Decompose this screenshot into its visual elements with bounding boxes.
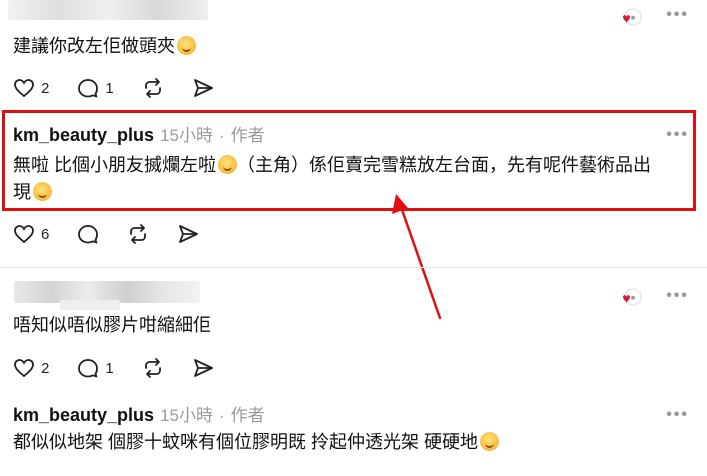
username[interactable]: km_beauty_plus: [13, 405, 154, 426]
share-button[interactable]: [192, 77, 214, 99]
timestamp: 15小時: [160, 406, 213, 425]
like-button[interactable]: 2: [13, 78, 49, 98]
smiling-emoji-icon: [218, 155, 237, 174]
like-button[interactable]: 6: [13, 224, 49, 244]
separator: ·: [218, 406, 225, 425]
heart-outline-icon: [14, 79, 34, 98]
svg-text:●: ●: [631, 295, 636, 301]
comment-bubble-icon: [78, 79, 99, 98]
repost-icon: [130, 224, 147, 244]
liked-by-author-badge-icon: ●: [618, 8, 642, 30]
comment-actions: 2 1: [13, 355, 242, 381]
divider: [0, 267, 707, 268]
repost-icon: [144, 78, 161, 98]
like-button[interactable]: 2: [13, 358, 49, 378]
comment-body: 唔知似唔似膠片咁縮細佢: [13, 315, 211, 335]
liked-by-author-badge-icon: ●: [618, 288, 642, 310]
comment-body: 建議你改左佢做頭夾: [13, 36, 175, 56]
comment-actions: 6: [13, 221, 227, 247]
blurred-avatar: [60, 300, 120, 310]
more-options-icon[interactable]: •••: [666, 6, 689, 24]
like-count: 2: [41, 79, 50, 97]
comment-header: km_beauty_plus 15小時 · 作者: [13, 401, 265, 425]
more-options-icon[interactable]: •••: [666, 126, 689, 144]
send-icon: [193, 359, 213, 377]
separator: ·: [218, 126, 225, 145]
more-options-icon[interactable]: •••: [666, 406, 689, 424]
like-count: 2: [41, 359, 50, 377]
reply-button[interactable]: 1: [77, 357, 114, 379]
comment-body-part: 現: [13, 182, 31, 202]
comment-header: km_beauty_plus 15小時 · 作者: [13, 121, 265, 145]
share-button[interactable]: [177, 223, 199, 245]
comment-text: 建議你改左佢做頭夾: [13, 33, 196, 60]
reply-button[interactable]: 1: [77, 77, 114, 99]
comment-bubble-icon: [78, 225, 99, 244]
timestamp: 15小時: [160, 126, 213, 145]
username[interactable]: km_beauty_plus: [13, 125, 154, 146]
repost-button[interactable]: [142, 357, 164, 379]
author-tag: 作者: [230, 406, 265, 425]
comment-text: 唔知似唔似膠片咁縮細佢: [13, 312, 211, 339]
repost-icon: [144, 358, 161, 378]
laughing-emoji-icon: [177, 36, 196, 55]
reply-button[interactable]: [77, 223, 99, 245]
blurred-username: [8, 0, 208, 20]
more-options-icon[interactable]: •••: [666, 287, 689, 305]
comment-body: 都似似地架 個膠十蚊咪有個位膠明既 拎起仲透光架 硬硬地: [13, 432, 479, 452]
smiling-emoji-icon: [480, 432, 500, 451]
comment-text: 都似似地架 個膠十蚊咪有個位膠明既 拎起仲透光架 硬硬地: [13, 429, 500, 456]
comment-body-part: 無啦 比個小朋友搣爛左啦: [13, 155, 216, 175]
comment-bubble-icon: [78, 359, 99, 378]
reply-count: 1: [105, 79, 114, 97]
comment-body-part: （主角）係佢賣完雪糕放左台面，先有呢件藝術品出: [237, 155, 651, 175]
repost-button[interactable]: [142, 77, 164, 99]
comment-text: 無啦 比個小朋友搣爛左啦 （主角）係佢賣完雪糕放左台面，先有呢件藝術品出 現: [13, 152, 689, 206]
heart-outline-icon: [14, 359, 34, 378]
smiling-emoji-icon: [33, 182, 52, 201]
like-count: 6: [41, 225, 50, 243]
repost-button[interactable]: [127, 223, 149, 245]
annotation-arrow: [392, 194, 442, 320]
comment-actions: 2 1: [13, 75, 242, 101]
send-icon: [193, 79, 213, 97]
author-tag: 作者: [230, 126, 265, 145]
share-button[interactable]: [192, 357, 214, 379]
reply-count: 1: [105, 359, 114, 377]
send-icon: [179, 225, 199, 243]
heart-outline-icon: [14, 225, 34, 244]
svg-text:●: ●: [631, 15, 636, 21]
